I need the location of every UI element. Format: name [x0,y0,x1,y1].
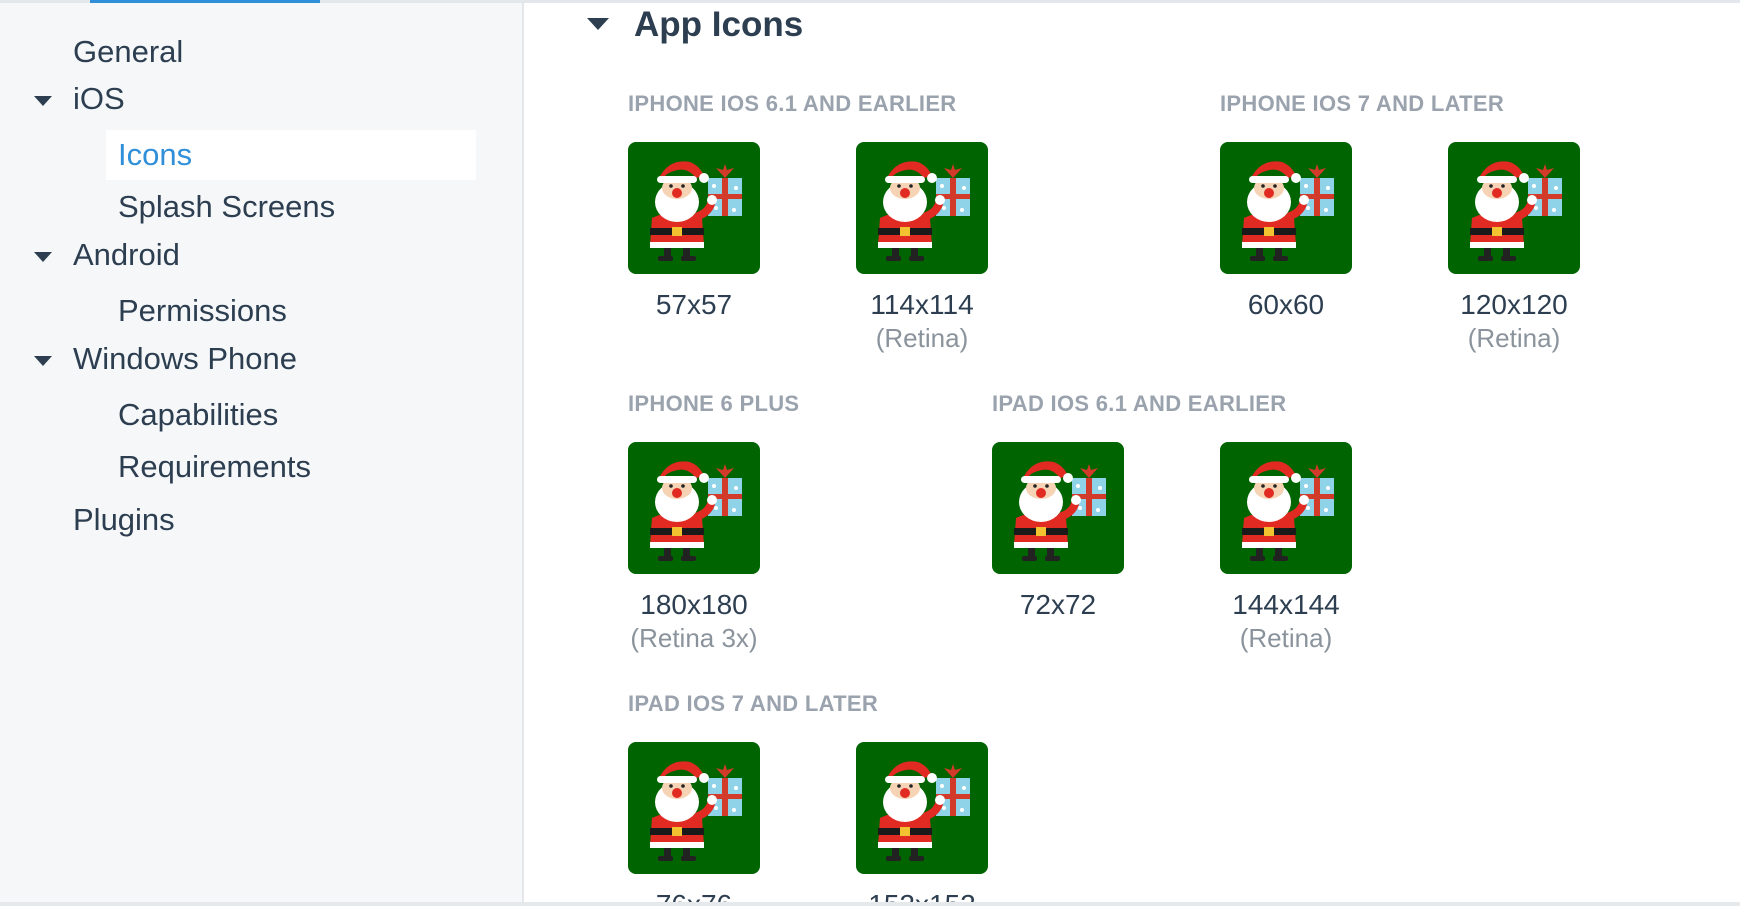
icon-size-label: 114x114 [870,289,974,320]
sidebar-item-general[interactable]: General [73,27,183,77]
sidebar-item-plugins[interactable]: Plugins [73,495,175,545]
sidebar-item-permissions[interactable]: Permissions [106,286,476,336]
section-title: App Icons [634,5,804,44]
icon-size-label: 120x120 [1460,289,1568,320]
sidebar-item-android[interactable]: Android [73,230,180,280]
sidebar: General iOS Icons Splash Screens Android… [0,3,524,902]
icon-note: (Retina 3x) [630,623,758,653]
sidebar-item-label: Capabilities [118,397,279,432]
sidebar-item-label: Icons [118,137,193,172]
icon-slot[interactable]: 57x57 [594,142,794,322]
sidebar-item-requirements[interactable]: Requirements [106,442,476,492]
icon-slot[interactable]: 60x60 [1186,142,1386,322]
sidebar-item-splash-screens[interactable]: Splash Screens [106,182,476,232]
icon-size-label: 60x60 [1247,289,1325,320]
icon-slot[interactable]: 76x76 [594,742,794,902]
santa-with-gift-icon[interactable] [628,442,760,574]
icon-slot[interactable]: 120x120 (Retina) [1414,142,1614,354]
santa-with-gift-icon[interactable] [856,142,988,274]
icon-slot[interactable]: 114x114 (Retina) [822,142,1022,354]
icon-slot[interactable]: 180x180 (Retina 3x) [594,442,794,654]
icon-slot[interactable]: 144x144 (Retina) [1186,442,1386,654]
icon-note: (Retina) [875,323,969,353]
santa-with-gift-icon[interactable] [1220,142,1352,274]
icon-slot[interactable]: 72x72 [958,442,1158,622]
sidebar-item-capabilities[interactable]: Capabilities [106,390,476,440]
santa-with-gift-icon[interactable] [628,142,760,274]
santa-with-gift-icon[interactable] [992,442,1124,574]
group-label: IPAD IOS 7 AND LATER [628,691,879,716]
group-label: IPAD IOS 6.1 AND EARLIER [992,391,1287,416]
icon-note: (Retina) [1239,623,1333,653]
group-label: IPHONE IOS 7 AND LATER [1220,91,1505,116]
sidebar-item-label: Requirements [118,449,311,484]
sidebar-item-label: Splash Screens [118,189,336,224]
icon-size-label: 57x57 [655,289,733,320]
sidebar-item-icons[interactable]: Icons [106,130,476,180]
caret-down-icon[interactable] [34,356,52,366]
icon-size-label: 180x180 [640,589,748,620]
icon-size-label: 76x76 [594,888,794,902]
icon-size-label: 144x144 [1232,589,1340,620]
sidebar-item-windows-phone[interactable]: Windows Phone [73,334,297,384]
santa-with-gift-icon[interactable] [628,742,760,874]
sidebar-item-label: Plugins [73,502,175,537]
main-content: App Icons IPHONE IOS 6.1 AND EARLIER 57x… [524,3,1740,902]
sidebar-item-label: Android [73,237,180,272]
icon-size-label: 152x152 [822,888,1022,902]
icon-note: (Retina) [1467,323,1561,353]
sidebar-item-label: Permissions [118,293,287,328]
group-label: IPHONE IOS 6.1 AND EARLIER [628,91,957,116]
santa-with-gift-icon[interactable] [1448,142,1580,274]
santa-with-gift-icon[interactable] [856,742,988,874]
caret-down-icon[interactable] [587,18,609,30]
sidebar-item-label: General [73,34,184,69]
group-label: IPHONE 6 PLUS [628,391,800,416]
sidebar-item-label: Windows Phone [73,341,298,376]
bottom-border [0,902,1740,906]
santa-with-gift-icon[interactable] [1220,442,1352,574]
caret-down-icon[interactable] [34,96,52,106]
sidebar-item-ios[interactable]: iOS [73,74,125,124]
sidebar-item-label: iOS [73,81,125,116]
caret-down-icon[interactable] [34,252,52,262]
icon-slot[interactable]: 152x152 [822,742,1022,902]
icon-size-label: 72x72 [1019,589,1097,620]
